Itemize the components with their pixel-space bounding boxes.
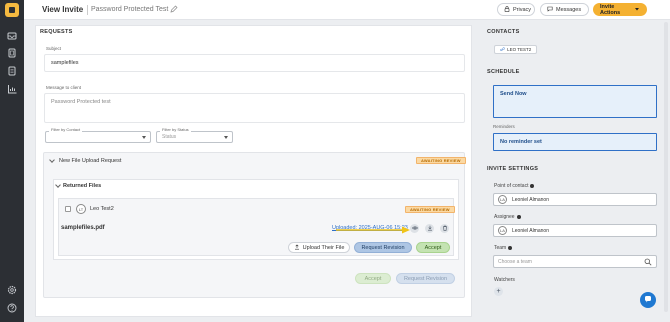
add-watcher-button[interactable]: + xyxy=(494,287,503,296)
invite-actions-label: Invite Actions xyxy=(600,3,621,16)
upload-their-file-label: Upload Their File xyxy=(302,244,345,251)
requests-title: REQUESTS xyxy=(40,29,73,35)
team-placeholder: Choose a team xyxy=(498,258,532,265)
file-name: samplefiles.pdf xyxy=(61,225,105,231)
eye-icon xyxy=(411,225,418,233)
preview-eye-button[interactable] xyxy=(410,224,419,233)
trash-icon xyxy=(442,225,448,233)
contact-chip-label: LEO TEST2 xyxy=(507,47,532,52)
chat-bubble-icon xyxy=(547,6,553,14)
filter-contact-select[interactable] xyxy=(45,131,151,143)
page-title: View Invite xyxy=(42,5,84,14)
subject-value: samplefiles xyxy=(51,60,79,66)
reminder-box[interactable]: No reminder set xyxy=(493,133,657,151)
filter-status-value: Status xyxy=(162,134,177,140)
reminders-label: Reminders xyxy=(493,124,515,129)
accept-all-button[interactable]: Accept xyxy=(355,273,391,284)
avatar: LA xyxy=(498,226,507,235)
reminder-value: No reminder set xyxy=(500,139,542,145)
subject-label: Subject xyxy=(46,46,62,51)
returned-files-label[interactable]: Returned Files xyxy=(63,183,101,189)
reports-icon[interactable] xyxy=(7,84,17,94)
invite-settings-title: INVITE SETTINGS xyxy=(487,166,539,172)
download-button[interactable] xyxy=(425,224,434,233)
message-field[interactable]: Password Protected test xyxy=(44,93,465,123)
poc-label: Point of contact xyxy=(494,183,529,189)
search-icon[interactable] xyxy=(644,258,652,268)
team-search-field[interactable]: Choose a team xyxy=(493,255,657,268)
highlight-arrow xyxy=(336,226,410,234)
info-icon xyxy=(516,215,521,219)
link-icon: ☍ xyxy=(500,46,506,53)
filter-contact-label: Filter by Contact xyxy=(49,127,83,132)
chevron-down-icon xyxy=(142,136,146,139)
filter-status-select[interactable]: Status xyxy=(156,131,233,143)
chat-icon xyxy=(644,295,652,305)
chevron-down-icon xyxy=(224,136,228,139)
title-divider xyxy=(87,5,88,15)
contact-chip[interactable]: ☍ LEO TEST2 xyxy=(494,45,538,54)
help-icon[interactable] xyxy=(7,303,17,313)
send-now-value: Send Now xyxy=(500,91,527,97)
avatar: LT xyxy=(76,204,86,214)
assignee-field[interactable]: LA Leoniel Almanon xyxy=(493,224,657,237)
delete-button[interactable] xyxy=(440,224,449,233)
team-label-row: Team xyxy=(494,245,513,251)
poc-value: Leoniel Almanon xyxy=(512,196,549,203)
file-select-checkbox[interactable] xyxy=(65,206,71,212)
privacy-button[interactable]: Privacy xyxy=(497,3,535,16)
inbox-icon[interactable] xyxy=(7,31,17,41)
documents-icon[interactable] xyxy=(7,48,17,58)
poc-label-row: Point of contact xyxy=(494,183,535,189)
messages-label: Messages xyxy=(556,6,582,13)
download-icon xyxy=(427,225,433,233)
assignee-value: Leoniel Almanon xyxy=(512,227,549,234)
right-column: CONTACTS ☍ LEO TEST2 SCHEDULE Send Now R… xyxy=(487,25,663,317)
info-icon xyxy=(530,184,535,188)
caret-down-icon xyxy=(634,6,640,14)
top-bar: View Invite Password Protected Test Priv… xyxy=(24,0,670,20)
invite-name: Password Protected Test xyxy=(91,6,169,13)
schedule-title: SCHEDULE xyxy=(487,69,520,75)
edit-pencil-icon[interactable] xyxy=(170,5,178,13)
subject-field[interactable]: samplefiles xyxy=(44,54,465,72)
settings-icon[interactable] xyxy=(7,285,17,295)
chat-launcher-button[interactable] xyxy=(640,292,656,308)
sidebar xyxy=(0,0,24,322)
contacts-title: CONTACTS xyxy=(487,29,520,35)
file-contact-name: Leo Test2 xyxy=(90,206,114,212)
invite-actions-button[interactable]: Invite Actions xyxy=(593,3,647,16)
assignee-label-row: Assignee xyxy=(494,214,521,220)
privacy-label: Privacy xyxy=(513,6,532,13)
page-scrollbar[interactable] xyxy=(664,22,668,312)
accept-button[interactable]: Accept xyxy=(416,242,450,253)
upload-icon xyxy=(294,243,300,252)
app-logo[interactable] xyxy=(5,3,19,17)
team-label: Team xyxy=(494,245,507,251)
message-label: Message to client xyxy=(46,85,82,90)
avatar: LA xyxy=(498,195,507,204)
assignee-label: Assignee xyxy=(494,214,515,220)
request-revision-button[interactable]: Request Revision xyxy=(354,242,412,253)
poc-field[interactable]: LA Leoniel Almanon xyxy=(493,193,657,206)
message-placeholder: Password Protected test xyxy=(51,99,111,105)
upload-their-file-button[interactable]: Upload Their File xyxy=(288,242,350,253)
file-status-badge: AWAITING REVIEW xyxy=(405,206,455,213)
schedule-send-box[interactable]: Send Now xyxy=(493,85,657,118)
request-status-badge: AWAITING REVIEW xyxy=(416,157,466,164)
checklist-icon[interactable] xyxy=(7,66,17,76)
messages-button[interactable]: Messages xyxy=(540,3,589,16)
request-title[interactable]: New File Upload Request xyxy=(59,158,121,164)
request-revision-all-button[interactable]: Request Revision xyxy=(396,273,455,284)
lock-icon xyxy=(504,5,510,14)
filter-status-label: Filter by Status xyxy=(160,127,191,132)
info-icon xyxy=(508,246,513,250)
watchers-label: Watchers xyxy=(494,277,515,283)
